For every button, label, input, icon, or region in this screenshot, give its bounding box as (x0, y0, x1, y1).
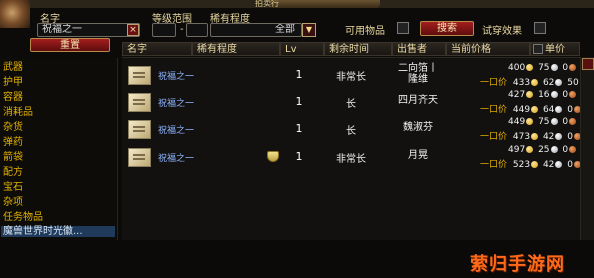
gold-coin-icon (526, 91, 534, 98)
result-row[interactable]: 祝福之一 1 非常长 月晃 497 25 0 一口价 523 42 0 (122, 144, 594, 170)
category-recipes[interactable]: 配方 (1, 167, 115, 178)
silver-coin-icon (555, 161, 563, 168)
level-min-input[interactable] (152, 23, 176, 37)
item-name[interactable]: 祝福之一 (158, 151, 268, 164)
category-consumables[interactable]: 消耗品 (1, 107, 115, 118)
column-header-name[interactable]: 名字 (122, 42, 192, 56)
search-bar: 名字 祝福之一 × 等级范围 - 稀有程度 全部 ▼ 可用物品 搜索 试穿效果 (0, 0, 594, 42)
gold-coin-icon (526, 64, 534, 71)
usable-items-label: 可用物品 (345, 26, 385, 37)
buyout-price: 一口价 433 62 50 (480, 75, 589, 88)
column-header-price[interactable]: 当前价格 (446, 42, 530, 56)
name-input[interactable]: 祝福之一 (37, 23, 140, 37)
window-title: 拍卖行 (255, 0, 279, 8)
preview-label: 试穿效果 (482, 26, 522, 37)
gold-coin-icon (526, 118, 534, 125)
bid-price: 449 75 0 (508, 117, 578, 127)
preview-checkbox[interactable] (534, 22, 546, 34)
time-left: 长 (346, 99, 356, 110)
buyout-price: 一口价 473 42 0 (480, 129, 583, 142)
shield-icon (267, 151, 279, 162)
time-left: 长 (346, 126, 356, 137)
column-header-unit-price[interactable]: 单价 (530, 42, 580, 56)
category-trade-goods[interactable]: 杂货 (1, 122, 115, 133)
silver-coin-icon (555, 106, 563, 113)
copper-coin-icon (569, 146, 577, 153)
category-weapons[interactable]: 武器 (1, 62, 115, 73)
silver-coin-icon (550, 91, 558, 98)
category-gems[interactable]: 宝石 (1, 182, 115, 193)
bid-price: 400 75 0 (508, 63, 578, 73)
copper-coin-icon (569, 64, 577, 71)
level-separator: - (180, 24, 184, 35)
gold-coin-icon (526, 146, 534, 153)
silver-coin-icon (555, 133, 563, 140)
level-max-input[interactable] (186, 23, 208, 37)
rarity-dropdown[interactable]: 全部 (210, 23, 302, 37)
column-header-level[interactable]: Lv (280, 42, 324, 56)
results-scrollbar[interactable] (580, 57, 594, 240)
column-header-time-left[interactable]: 剩余时间 (324, 42, 392, 56)
item-name[interactable]: 祝福之一 (158, 69, 268, 82)
gold-coin-icon (531, 161, 539, 168)
usable-items-checkbox[interactable] (397, 22, 409, 34)
chevron-down-icon[interactable]: ▼ (302, 23, 316, 37)
category-containers[interactable]: 容器 (1, 92, 115, 103)
scroll-icon (128, 66, 151, 85)
category-quest-items[interactable]: 任务物品 (1, 212, 115, 223)
gold-coin-icon (531, 79, 539, 86)
silver-coin-icon (550, 64, 558, 71)
seller-name: 魏淑芬 (403, 122, 433, 133)
copper-coin-icon (569, 91, 577, 98)
category-armor[interactable]: 护甲 (1, 77, 115, 88)
results-list: 祝福之一 1 非常长 二向箔丨 隆维 400 75 0 一口价 433 62 50… (122, 57, 594, 241)
result-row[interactable]: 祝福之一 1 长 魏淑芬 449 75 0 一口价 473 42 0 (122, 116, 594, 142)
category-sidebar: 武器 护甲 容器 消耗品 杂货 弹药 箭袋 配方 宝石 杂项 任务物品 魔兽世界… (0, 58, 118, 240)
category-ammo[interactable]: 弹药 (1, 137, 115, 148)
gold-coin-icon (531, 106, 539, 113)
column-header-rarity[interactable]: 稀有程度 (192, 42, 280, 56)
scroll-icon (128, 93, 151, 112)
item-quantity: 1 (295, 68, 303, 81)
time-left: 非常长 (336, 154, 366, 165)
reset-button[interactable]: 重置 (30, 38, 110, 52)
scroll-up-button[interactable] (582, 58, 594, 70)
bid-price: 427 16 0 (508, 90, 578, 100)
item-name[interactable]: 祝福之一 (158, 96, 268, 109)
clear-name-button[interactable]: × (127, 24, 139, 36)
seller-name: 月晃 (408, 150, 428, 161)
category-quiver[interactable]: 箭袋 (1, 152, 115, 163)
gold-coin-icon (531, 133, 539, 140)
buyout-price: 一口价 449 64 0 (480, 102, 583, 115)
result-row[interactable]: 祝福之一 1 非常长 二向箔丨 隆维 400 75 0 一口价 433 62 50 (122, 62, 594, 88)
time-left: 非常长 (336, 72, 366, 83)
category-misc[interactable]: 杂项 (1, 197, 115, 208)
search-button[interactable]: 搜索 (420, 21, 474, 36)
item-quantity: 1 (295, 122, 303, 135)
unit-price-label: 单价 (545, 44, 565, 55)
scroll-icon (128, 120, 151, 139)
category-wow-token[interactable]: 魔兽世界时光徽... (1, 226, 115, 237)
seller-name: 四月齐天 (398, 95, 438, 106)
footer-area: 萦归手游网 (0, 240, 594, 278)
buyout-price: 一口价 523 42 0 (480, 157, 583, 170)
unit-price-checkbox[interactable] (533, 44, 543, 54)
site-watermark: 萦归手游网 (470, 254, 565, 275)
scroll-icon (128, 148, 151, 167)
silver-coin-icon (550, 146, 558, 153)
silver-coin-icon (550, 118, 558, 125)
item-quantity: 1 (295, 150, 303, 163)
column-header-seller[interactable]: 出售者 (392, 42, 446, 56)
result-row[interactable]: 祝福之一 1 长 四月齐天 427 16 0 一口价 449 64 0 (122, 89, 594, 115)
bid-price: 497 25 0 (508, 145, 578, 155)
item-name[interactable]: 祝福之一 (158, 123, 268, 136)
copper-coin-icon (569, 118, 577, 125)
seller-name: 二向箔丨 隆维 (398, 63, 438, 85)
item-quantity: 1 (295, 95, 303, 108)
silver-coin-icon (555, 79, 563, 86)
